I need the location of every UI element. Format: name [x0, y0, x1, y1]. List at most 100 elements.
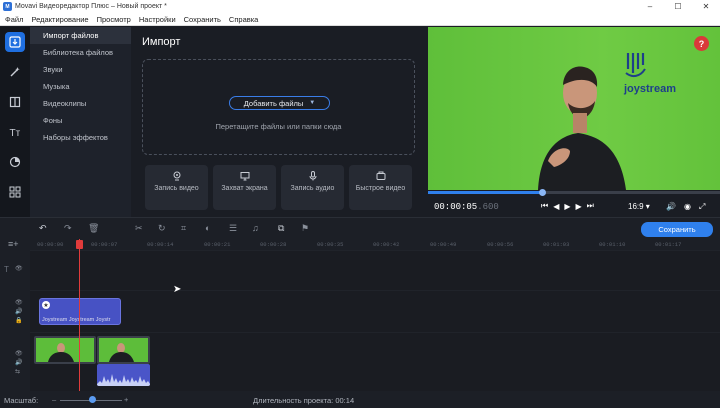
preview-player: joystream ? 00:00:05.600 ⏮ ◀ ▶ ▶ ⏭ 16:9 …: [428, 27, 720, 217]
menu-settings[interactable]: Настройки: [135, 15, 180, 24]
overlay-icon[interactable]: ⧉: [278, 223, 284, 234]
titles-tab[interactable]: Tт: [0, 117, 30, 147]
filters-tab[interactable]: [0, 147, 30, 177]
ruler-tick: 00:00:42: [373, 241, 400, 248]
aspect-ratio-value: 16:9: [628, 202, 644, 211]
maximize-button[interactable]: ☐: [664, 2, 692, 11]
effects-tab[interactable]: [0, 57, 30, 87]
undo-icon[interactable]: ↶: [39, 223, 47, 234]
transitions-tab[interactable]: [0, 87, 30, 117]
record-video-tile[interactable]: Запись видео: [145, 165, 208, 210]
category-effect-packs[interactable]: Наборы эффектов: [30, 129, 131, 146]
ruler-tick: 00:00:21: [204, 241, 231, 248]
link-icon[interactable]: ⇆: [15, 368, 20, 375]
record-audio-tile[interactable]: Запись аудио: [281, 165, 344, 210]
skip-end-icon[interactable]: ⏭: [587, 201, 594, 211]
screen-capture-tile[interactable]: Захват экрана: [213, 165, 276, 210]
joystream-logo: joystream: [624, 51, 676, 95]
ruler-tick: 00:00:28: [260, 241, 287, 248]
quick-video-tile[interactable]: Быстрое видео: [349, 165, 412, 210]
skip-start-icon[interactable]: ⏮: [541, 201, 548, 211]
mute-icon[interactable]: 🔊: [15, 359, 22, 366]
ruler-tick: 00:00:00: [37, 241, 64, 248]
zoom-in-icon[interactable]: +: [124, 395, 128, 404]
more-tools-tab[interactable]: [0, 177, 30, 207]
screen-capture-label: Захват экрана: [221, 185, 268, 192]
menu-view[interactable]: Просмотр: [93, 15, 135, 24]
duration-value: 00:14: [335, 396, 355, 405]
add-track-icon[interactable]: ≡+: [8, 239, 19, 249]
star-icon: ★: [42, 301, 50, 309]
snapshot-icon[interactable]: ◉: [684, 202, 691, 212]
step-forward-icon[interactable]: ▶: [576, 202, 582, 211]
aspect-ratio-select[interactable]: 16:9 ▾: [628, 202, 650, 211]
visibility-icon[interactable]: 👁: [15, 299, 23, 306]
title-clip[interactable]: ★ Joystream Joystream Joystr: [39, 298, 121, 325]
menu-save[interactable]: Сохранить: [180, 15, 225, 24]
volume-icon[interactable]: 🔊: [666, 202, 676, 212]
microphone-icon: [309, 171, 316, 181]
svg-text:Tт: Tт: [10, 128, 21, 138]
visibility-icon[interactable]: 👁: [15, 350, 23, 357]
video-clip[interactable]: [34, 336, 96, 364]
import-tab[interactable]: [0, 27, 30, 57]
marker-icon[interactable]: ⚑: [301, 223, 309, 234]
mute-icon[interactable]: 🔊: [15, 308, 22, 315]
menu-edit[interactable]: Редактирование: [27, 15, 92, 24]
category-import-files[interactable]: Импорт файлов: [30, 27, 131, 44]
play-icon[interactable]: ▶: [564, 202, 570, 211]
text-track-icon: T: [4, 265, 9, 274]
playhead[interactable]: [76, 239, 83, 391]
zoom-label: Масштаб:: [4, 396, 39, 405]
category-videoclips[interactable]: Видеоклипы: [30, 95, 131, 112]
lock-icon[interactable]: 🔒: [15, 317, 22, 324]
text-track-header: T 👁: [0, 250, 30, 290]
import-icon: [9, 36, 21, 48]
drop-zone[interactable]: Добавить файлы ▼ Перетащите файлы или па…: [142, 59, 415, 155]
video-clip[interactable]: [97, 336, 150, 364]
playback-progress[interactable]: [428, 189, 720, 196]
menu-file[interactable]: Файл: [0, 15, 27, 24]
video-thumbnail: [48, 343, 74, 362]
text-lane[interactable]: [30, 250, 720, 290]
clip-properties-icon[interactable]: ☰: [229, 223, 237, 234]
timecode-main: 00:00:05: [434, 202, 478, 212]
minimize-button[interactable]: –: [636, 2, 664, 11]
ruler-tick: 00:00:35: [317, 241, 344, 248]
add-files-button[interactable]: Добавить файлы ▼: [229, 96, 330, 110]
timeline-ruler[interactable]: ≡+ 00:00:00 00:00:07 00:00:14 00:00:21 0…: [0, 239, 720, 250]
delete-icon[interactable]: 🗑: [88, 223, 99, 234]
timeline: T 👁 👁 🔊 🔒 ★ Joystream Joystream Joystr 👁…: [0, 250, 720, 391]
crop-icon[interactable]: ⌗: [181, 223, 186, 234]
mouse-cursor-icon: ➤: [173, 284, 182, 295]
progress-handle[interactable]: [538, 189, 546, 196]
audio-clip[interactable]: [97, 364, 150, 386]
close-button[interactable]: ✕: [692, 2, 720, 11]
menu-help[interactable]: Справка: [225, 15, 262, 24]
save-button[interactable]: Сохранить: [641, 222, 713, 237]
transitions-icon: [9, 96, 21, 108]
audio-settings-icon[interactable]: ♫: [252, 223, 259, 233]
redo-icon[interactable]: ↷: [64, 223, 72, 234]
fullscreen-icon[interactable]: ⤢: [699, 202, 705, 212]
playhead-handle[interactable]: [76, 240, 83, 249]
visibility-icon[interactable]: 👁: [15, 265, 23, 272]
overlay-lane[interactable]: [30, 290, 720, 332]
duration-label: Длительность проекта:: [253, 396, 334, 405]
help-button[interactable]: ?: [694, 36, 709, 51]
cut-icon[interactable]: ✂: [135, 223, 143, 234]
joystream-logo-text: joystream: [624, 83, 676, 95]
zoom-out-icon[interactable]: –: [52, 395, 56, 404]
category-sounds[interactable]: Звуки: [30, 61, 131, 78]
import-pane: Импорт Добавить файлы ▼ Перетащите файлы…: [131, 27, 427, 217]
color-adjust-icon[interactable]: ◐: [205, 223, 210, 233]
rotate-icon[interactable]: ↻: [158, 223, 166, 234]
category-music[interactable]: Музыка: [30, 78, 131, 95]
category-backgrounds[interactable]: Фоны: [30, 112, 131, 129]
category-file-library[interactable]: Библиотека файлов: [30, 44, 131, 61]
zoom-slider-handle[interactable]: [89, 396, 96, 403]
step-back-icon[interactable]: ◀: [553, 202, 559, 211]
record-audio-label: Запись аудио: [290, 185, 335, 192]
video-frame[interactable]: joystream ?: [428, 27, 720, 190]
titles-icon: Tт: [10, 128, 21, 138]
